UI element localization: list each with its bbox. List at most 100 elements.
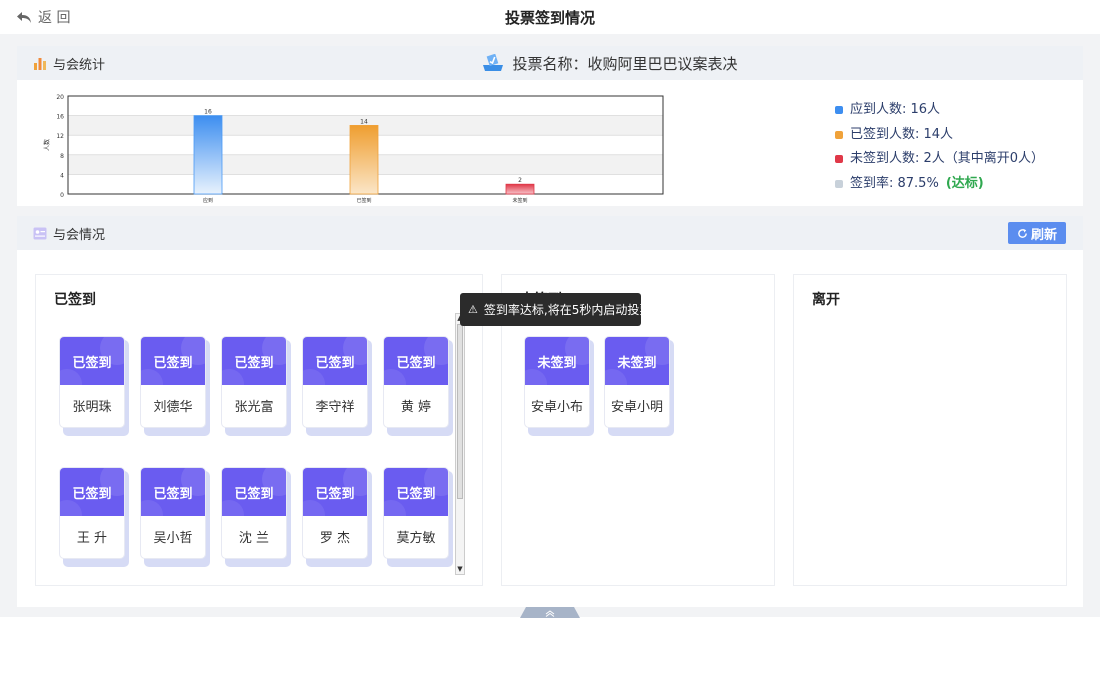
attendee-name: 莫方敏 xyxy=(396,530,436,546)
attendee-card[interactable]: 已签到 刘德华 xyxy=(140,336,210,436)
attendee-name: 王 升 xyxy=(76,530,108,546)
attendee-card[interactable]: 已签到 莫方敏 xyxy=(383,467,453,567)
attendee-card[interactable]: 已签到 李守祥 xyxy=(302,336,372,436)
y-tick-label: 20 xyxy=(56,94,64,101)
card-status: 已签到 xyxy=(60,337,124,385)
card-status: 已签到 xyxy=(141,468,205,516)
attendee-card[interactable]: 已签到 张光富 xyxy=(221,336,291,436)
card-body: 未签到 安卓小布 xyxy=(524,336,590,428)
attendee-name: 安卓小布 xyxy=(530,399,583,415)
card-status: 已签到 xyxy=(60,468,124,516)
attendee-name: 张明珠 xyxy=(72,399,112,415)
legend-swatch xyxy=(835,179,843,188)
meeting-icon xyxy=(33,227,47,239)
legend-item-signed: 已签到人数: 14人 xyxy=(835,123,1044,148)
refresh-button[interactable]: 刷新 xyxy=(1008,222,1066,244)
legend-item-rate: 签到率: 87.5% (达标) xyxy=(835,172,1044,197)
refresh-icon xyxy=(1018,228,1027,238)
scrollbar-thumb[interactable] xyxy=(457,324,463,499)
status-tooltip: ⚠ 签到率达标,将在5秒内启动投票. xyxy=(460,293,655,326)
card-body: 已签到罗 杰 xyxy=(302,467,368,559)
card-status: 已签到 xyxy=(222,337,286,385)
stats-panel-header: 与会统计 投票名称：收购阿里巴巴议案表决 xyxy=(17,46,1083,80)
legend-swatch xyxy=(835,155,843,164)
card-status: 已签到 xyxy=(384,468,448,516)
attendee-name: 刘德华 xyxy=(153,399,193,415)
card-body: 未签到 安卓小明 xyxy=(604,336,670,428)
legend-label: 已签到人数: 14人 xyxy=(850,126,954,142)
attendee-card[interactable]: 已签到黄 婷 xyxy=(383,336,453,436)
card-body: 已签到 莫方敏 xyxy=(383,467,449,559)
attendee-name: 安卓小明 xyxy=(610,399,663,415)
attendee-card[interactable]: 未签到 安卓小明 xyxy=(604,336,674,436)
card-body: 已签到 刘德华 xyxy=(140,336,206,428)
attendee-card[interactable]: 已签到 张明珠 xyxy=(59,336,129,436)
card-status: 未签到 xyxy=(525,337,589,385)
attendee-name: 罗 杰 xyxy=(319,530,351,546)
signed-list-scrollbar[interactable]: ▲ ▼ xyxy=(455,313,465,575)
legend-label: 签到率: 87.5% xyxy=(850,175,939,191)
card-status: 已签到 xyxy=(303,468,367,516)
x-tick-label: 已签到 xyxy=(356,197,371,204)
bar-0 xyxy=(193,115,223,195)
legend-item-expected: 应到人数: 16人 xyxy=(835,98,1044,123)
legend-label: 应到人数: 16人 xyxy=(850,102,941,117)
x-tick-label: 未签到 xyxy=(512,197,527,204)
card-status: 已签到 xyxy=(222,468,286,516)
top-bar: 返 回 投票签到情况 xyxy=(0,0,1100,34)
y-tick-label: 16 xyxy=(56,114,64,121)
attendee-card[interactable]: 已签到沈 兰 xyxy=(221,467,291,567)
rate-status-badge: (达标) xyxy=(945,175,984,191)
y-tick-label: 12 xyxy=(56,133,64,140)
warning-icon: ⚠ xyxy=(468,303,478,316)
card-status: 已签到 xyxy=(384,337,448,385)
card-body: 已签到 吴小哲 xyxy=(140,467,206,559)
card-body: 已签到王 升 xyxy=(59,467,125,559)
bar-1 xyxy=(349,125,379,195)
legend-item-unsigned: 未签到人数: 2人（其中离开0人） xyxy=(835,147,1044,172)
signed-column-title: 已签到 xyxy=(54,292,96,308)
card-status: 已签到 xyxy=(303,337,367,385)
attendee-name: 吴小哲 xyxy=(153,530,193,546)
attendee-card[interactable]: 已签到王 升 xyxy=(59,467,129,567)
attendee-card[interactable]: 已签到罗 杰 xyxy=(302,467,372,567)
attendee-name: 李守祥 xyxy=(315,399,355,415)
attendee-name: 张光富 xyxy=(234,399,274,415)
legend-swatch xyxy=(835,130,843,139)
left-column: 离开 xyxy=(793,274,1067,586)
attendance-chart: 0 4 8 12 16 20 人数 16 应到 14 已签到 2 未签到 xyxy=(37,84,677,204)
card-body: 已签到 李守祥 xyxy=(302,336,368,428)
legend-swatch xyxy=(835,106,843,115)
y-axis-label: 人数 xyxy=(43,139,51,151)
refresh-label: 刷新 xyxy=(1030,227,1057,243)
attendee-card[interactable]: 已签到 吴小哲 xyxy=(140,467,210,567)
attendance-panel: 与会情况 刷新 已签到 已签到 张明珠 已签到 刘德华 已签到 张光富 已签到 李守祥 已签到黄… xyxy=(17,216,1083,607)
bar-2 xyxy=(505,183,535,195)
attendance-panel-title: 与会情况 xyxy=(53,227,106,243)
bar-value-label: 2 xyxy=(518,177,522,184)
y-tick-label: 4 xyxy=(60,172,64,179)
chart-svg: 0 4 8 12 16 20 人数 16 应到 14 已签到 2 未签到 xyxy=(43,94,664,204)
tooltip-text: 签到率达标,将在5秒内启动投票. xyxy=(483,303,656,317)
left-column-title: 离开 xyxy=(812,292,840,308)
vote-icon xyxy=(483,54,504,71)
stats-panel: 与会统计 投票名称：收购阿里巴巴议案表决 0 4 8 12 16 20 人数 1… xyxy=(17,46,1083,206)
page-title: 投票签到情况 xyxy=(504,9,595,27)
card-body: 已签到沈 兰 xyxy=(221,467,287,559)
attendee-card[interactable]: 未签到 安卓小布 xyxy=(524,336,594,436)
chart-legend: 应到人数: 16人 已签到人数: 14人 未签到人数: 2人（其中离开0人） 签… xyxy=(835,98,1044,196)
signed-column: 已签到 已签到 张明珠 已签到 刘德华 已签到 张光富 已签到 李守祥 已签到黄 婷已签到王 升… xyxy=(35,274,483,586)
bar-value-label: 16 xyxy=(204,109,212,116)
card-status: 未签到 xyxy=(605,337,669,385)
y-tick-label: 8 xyxy=(60,153,64,160)
scroll-down-arrow-icon[interactable]: ▼ xyxy=(456,565,464,574)
legend-label: 未签到人数: 2人（其中离开0人） xyxy=(850,151,1045,166)
grid-band xyxy=(68,96,663,116)
collapse-toggle[interactable] xyxy=(520,607,580,618)
y-tick-label: 0 xyxy=(60,192,64,199)
vote-name-label: 投票名称：收购阿里巴巴议案表决 xyxy=(512,54,738,73)
attendee-name: 黄 婷 xyxy=(400,399,432,415)
card-body: 已签到 张明珠 xyxy=(59,336,125,428)
card-status: 已签到 xyxy=(141,337,205,385)
card-body: 已签到黄 婷 xyxy=(383,336,449,428)
